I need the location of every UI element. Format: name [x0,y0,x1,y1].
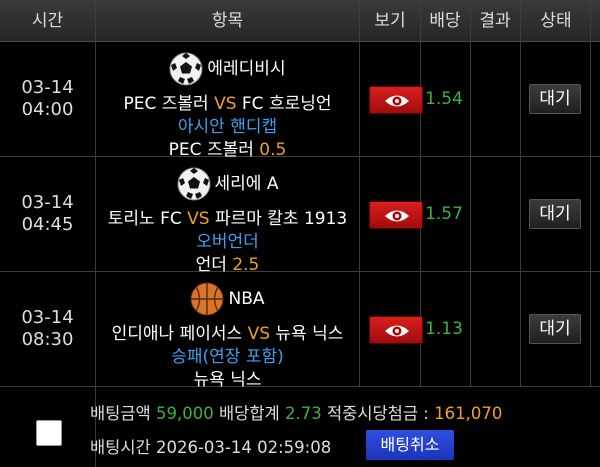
odds-total: 2.73 [284,404,322,423]
select-checkbox[interactable] [36,420,62,446]
eye-icon [385,210,409,222]
vs-label: VS [247,324,270,344]
header-time: 시간 [31,11,64,31]
eye-icon [385,325,409,337]
payout-label: 적중시당첨금 : [326,404,429,423]
match-datetime: 03-14 04:00 [0,77,95,121]
match-time: 04:00 [21,99,74,120]
match-info: NBA 인디애나 페이서스 VS 뉴욕 닉스 승패(연장 포함) 뉴욕 닉스 [96,282,359,392]
bet-time-label: 배팅시간 [90,438,151,457]
league-name: 에레디비시 [207,58,286,79]
table-header: 시간 항목 보기 배당 결과 상태 [0,0,600,42]
cancel-bet-button[interactable]: 배팅취소 [366,430,454,460]
match-info: 에레디비시 PEC 즈볼러 VS FC 흐로닝언 아시안 핸디캡 PEC 즈볼러… [96,52,359,162]
bet-slip-panel: 시간 항목 보기 배당 결과 상태 03-14 04:00 에레디비시 PEC … [0,0,600,467]
header-status: 상태 [540,11,572,31]
odds-value: 1.54 [425,89,463,109]
market-type: 오버언더 [196,232,259,252]
away-team: 파르마 칼초 1913 [214,209,348,229]
basketball-icon [190,282,224,316]
bet-row: 03-14 08:30 NBA 인디애나 페이서스 VS 뉴욕 닉스 승패(연장… [0,272,600,390]
status-button[interactable]: 대기 [529,199,581,229]
status-button[interactable]: 대기 [529,314,581,344]
bet-time: 2026-03-14 02:59:08 [155,438,332,457]
odds-value: 1.13 [425,319,463,339]
match-time: 08:30 [21,329,74,350]
soccer-ball-icon [169,52,203,86]
match-datetime: 03-14 08:30 [0,307,95,351]
eye-icon [385,95,409,107]
view-button[interactable] [369,86,423,114]
league-name: 세리에 A [214,173,279,194]
away-team: 뉴욕 닉스 [275,324,344,344]
market-type: 아시안 핸디캡 [177,117,278,137]
header-item: 항목 [211,11,244,31]
match-date: 03-14 [21,307,74,328]
vs-label: VS [214,94,237,114]
market-type: 승패(연장 포함) [171,347,284,367]
bet-row: 03-14 04:00 에레디비시 PEC 즈볼러 VS FC 흐로닝언 아시안… [0,42,600,160]
away-team: FC 흐로닝언 [241,94,332,114]
soccer-ball-icon [177,167,211,201]
match-date: 03-14 [21,192,74,213]
match-datetime: 03-14 04:45 [0,192,95,236]
header-odds: 배당 [429,11,461,31]
match-info: 세리에 A 토리노 FC VS 파르마 칼초 1913 오버언더 언더 2.5 [96,167,359,277]
match-time: 04:45 [21,214,74,235]
view-button[interactable] [369,201,423,229]
header-result: 결과 [479,11,511,31]
bet-amount-label: 배팅금액 [90,404,151,423]
bet-row: 03-14 04:45 세리에 A 토리노 FC VS 파르마 칼초 1913 … [0,157,600,275]
odds-value: 1.57 [425,204,463,224]
bet-time-line: 배팅시간 2026-03-14 02:59:08 [90,434,331,458]
match-date: 03-14 [21,77,74,98]
home-team: 토리노 FC [107,209,182,229]
vs-label: VS [187,209,210,229]
match-teams: 토리노 FC VS 파르마 칼초 1913 [96,208,359,231]
league-name: NBA [228,288,265,309]
bet-amount: 59,000 [155,404,214,423]
odds-total-label: 배당합계 [218,404,280,423]
bet-totals: 배팅금액 59,000 배당합계 2.73 적중시당첨금 : 161,070 [90,400,502,424]
home-team: 인디애나 페이서스 [111,324,243,344]
home-team: PEC 즈볼러 [123,94,209,114]
match-teams: 인디애나 페이서스 VS 뉴욕 닉스 [96,323,359,346]
status-button[interactable]: 대기 [529,84,581,114]
header-view: 보기 [374,11,406,31]
view-button[interactable] [369,316,423,344]
match-teams: PEC 즈볼러 VS FC 흐로닝언 [96,93,359,116]
bet-summary: 배팅금액 59,000 배당합계 2.73 적중시당첨금 : 161,070 배… [0,387,600,467]
payout-amount: 161,070 [434,404,503,423]
